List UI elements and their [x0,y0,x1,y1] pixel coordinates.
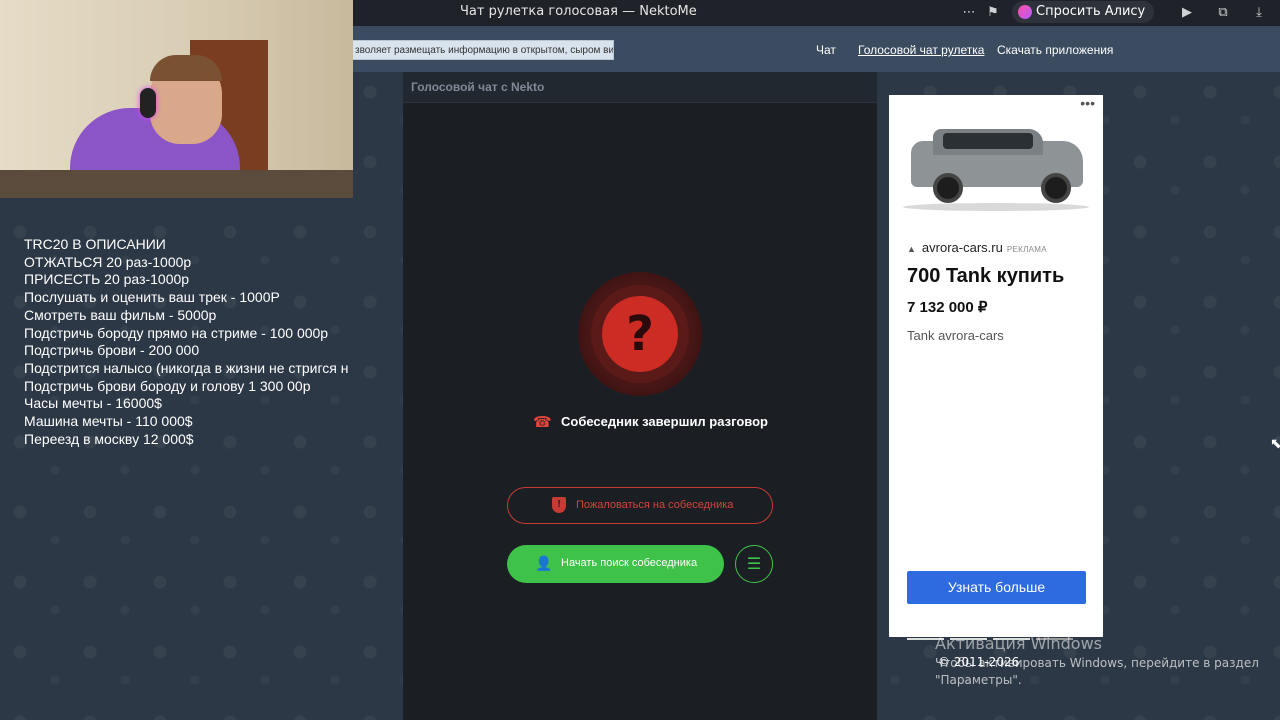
shield-alert-icon: ! [552,497,566,513]
complain-button[interactable]: ! Пожаловаться на собеседника [507,487,773,524]
nav-link-chat[interactable]: Чат [816,43,836,57]
copyright: © 2011-2026 [938,655,1020,669]
donation-line: Часы мечты - 16000$ [24,395,162,412]
ad-domain-row: ▲ avrora-cars.ru РЕКЛАМА [907,240,1047,255]
stream-donation-list: TRC20 В ОПИСАНИИ ОТЖАТЬСЯ 20 раз-1000р П… [24,236,376,448]
chat-header: Голосовой чат с Nekto [403,72,877,103]
car-wheel [1041,173,1071,203]
chat-header-title: Голосовой чат с Nekto [411,80,545,94]
voice-chat-panel: Голосовой чат с Nekto ? ☎ Собеседник зав… [403,72,877,720]
ad-learn-more-button[interactable]: Узнать больше [907,571,1086,604]
call-ended-text: Собеседник завершил разговор [561,414,768,429]
bookmark-icon[interactable]: ⚑ [984,4,1002,22]
donation-line: Послушать и оценить ваш трек - 1000Р [24,289,280,306]
nav-link-download-apps[interactable]: Скачать приложения [997,43,1113,57]
nav-link-voice-chat[interactable]: Голосовой чат рулетка [858,43,984,57]
webcam-desk [0,170,353,198]
donation-line: Переезд в москву 12 000$ [24,430,194,447]
complain-button-label: Пожаловаться на собеседника [576,499,734,511]
call-status-ring: ? [591,285,689,383]
ad-subtitle: Tank avrora-cars [907,328,1004,343]
advertisement-card[interactable]: ••• ▲ avrora-cars.ru РЕКЛАМА 700 Tank купи… [889,95,1103,640]
download-icon[interactable]: ⤓ [1250,4,1268,22]
ad-carousel-pager [907,627,1086,640]
donation-line: TRC20 В ОПИСАНИИ [24,236,166,252]
start-search-button[interactable]: 👤 Начать поиск собеседника [507,545,724,583]
car-shadow [903,203,1089,211]
donation-line: ПРИСЕСТЬ 20 раз-1000р [24,271,190,288]
user-search-icon: 👤 [535,556,553,572]
brand-logo-icon: ▲ [907,244,916,254]
donation-line: Подстричь бороду прямо на стриме - 100 0… [24,324,329,341]
ask-alice-button[interactable]: Спросить Алису AI [1012,1,1154,41]
ad-tag: РЕКЛАМА [1006,245,1047,254]
ad-headline[interactable]: 700 Tank купить [907,265,1064,288]
windows-activation-title: Активация Windows [935,634,1102,653]
donation-line: Подстричь брови бороду и голову 1 300 00… [24,377,311,394]
webcam-headset [140,88,156,118]
extensions-icon[interactable]: ⧉ [1214,4,1232,22]
mouse-cursor-icon: ⬉ [1270,436,1280,452]
car-image [903,125,1089,215]
play-icon[interactable]: ▶ [1178,4,1196,22]
start-search-label: Начать поиск собеседника [561,557,698,569]
car-wheel [933,173,963,203]
ad-menu-icon[interactable]: ••• [1080,95,1095,111]
donation-line: Подстрится налысо (никогда в жизни не ст… [24,359,349,376]
alice-icon [1018,5,1032,19]
sliders-icon: ☰ [746,554,762,573]
ad-price: 7 132 000 ₽ [907,299,988,316]
window-title: Чат рулетка голосовая — NektoMe [460,4,697,19]
donation-line: ОТЖАТЬСЯ 20 раз-1000р [24,253,192,270]
ellipsis-icon[interactable]: ⋯ [960,4,978,22]
car-window [943,133,1033,149]
donation-line: Смотреть ваш фильм - 5000р [24,306,217,323]
search-settings-button[interactable]: ☰ [735,545,773,583]
question-icon: ? [602,296,678,372]
call-status-indicator: ? [578,272,702,396]
info-banner: зволяет размещать информацию в открытом,… [352,40,614,60]
hangup-phone-icon: ☎ [533,413,552,431]
donation-line: Подстричь брови - 200 000 [24,342,200,359]
ad-domain[interactable]: avrora-cars.ru [922,240,1003,255]
donation-line: Машина мечты - 110 000$ [24,413,193,430]
webcam-overlay [0,0,353,198]
